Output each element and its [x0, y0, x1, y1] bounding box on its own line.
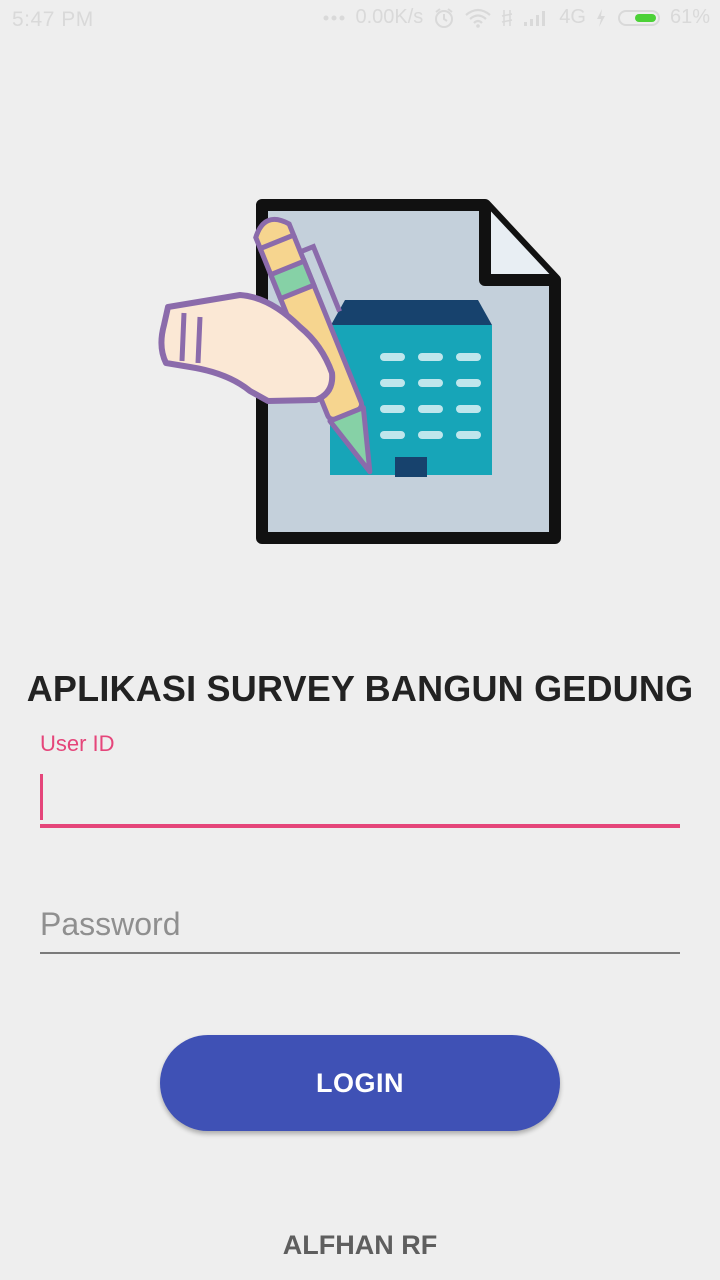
battery-fill [634, 13, 656, 22]
battery-percent: 61% [669, 6, 710, 28]
password-input[interactable] [40, 898, 680, 950]
charging-icon [596, 8, 606, 27]
footer-author: ALFHAN RF [282, 1230, 438, 1260]
status-time: 5:47 PM [12, 8, 94, 31]
alarm-icon [433, 7, 455, 29]
wifi-icon [465, 8, 491, 28]
sim-icon [501, 8, 513, 28]
login-button[interactable]: LOGIN [160, 1035, 560, 1131]
dots-icon [323, 14, 345, 22]
network-type: 4G [559, 6, 586, 28]
signal-icon [523, 9, 549, 27]
password-underline [40, 952, 680, 954]
battery-icon [617, 9, 660, 26]
user-id-input[interactable] [40, 770, 680, 822]
app-title: APLIKASI SURVEY BANGUN GEDUNG [26, 668, 694, 709]
user-id-input-container[interactable] [40, 770, 680, 822]
survey-document-pen-icon [150, 195, 570, 555]
user-id-underline [40, 824, 680, 828]
status-icons: 0.00K/s 4G 61% [323, 6, 710, 29]
status-bar: 5:47 PM 0.00K/s 4G 61% [0, 0, 720, 40]
network-speed: 0.00K/s [355, 6, 424, 28]
user-id-label: User ID [40, 731, 115, 756]
password-input-container[interactable] [40, 898, 680, 950]
text-cursor [40, 774, 43, 820]
